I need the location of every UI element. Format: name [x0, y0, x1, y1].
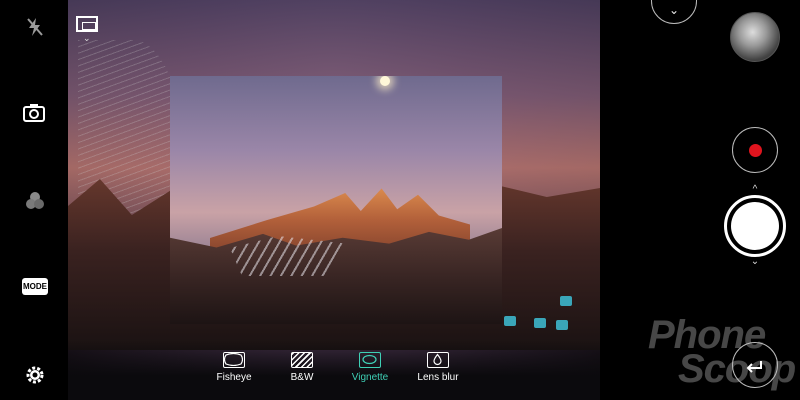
switch-camera-icon[interactable] [21, 100, 47, 126]
record-button[interactable] [732, 127, 778, 173]
effect-label: B&W [290, 372, 314, 383]
lens-blur-icon [427, 352, 449, 368]
record-icon [748, 143, 762, 157]
chevron-down-icon: ⌄ [668, 3, 680, 17]
effect-vignette[interactable]: Vignette [336, 352, 404, 392]
chevron-up-icon: ^ [752, 184, 758, 195]
aspect-ratio-icon [76, 16, 98, 32]
mode-button[interactable]: MODE [22, 278, 48, 295]
back-button[interactable] [732, 342, 778, 388]
filters-icon[interactable] [22, 188, 48, 214]
effect-lens-blur[interactable]: Lens blur [404, 352, 472, 392]
chevron-down-icon: ⌄ [750, 256, 760, 267]
aspect-ratio-button[interactable]: ⌄ [76, 16, 100, 46]
desktop-icon [560, 296, 572, 306]
desktop-icon [556, 320, 568, 330]
desktop-icon [504, 316, 516, 326]
shutter-icon [731, 202, 779, 250]
vignette-icon [359, 352, 381, 368]
effect-label: Lens blur [417, 372, 459, 383]
fisheye-icon [223, 352, 245, 368]
gallery-thumbnail[interactable] [730, 12, 780, 62]
effect-label: Fisheye [216, 372, 252, 383]
back-arrow-icon [746, 361, 762, 373]
chevron-down-icon: ⌄ [83, 33, 91, 43]
effect-preview [170, 76, 502, 324]
effect-fisheye[interactable]: Fisheye [200, 352, 268, 392]
effect-label: Vignette [351, 372, 389, 383]
shutter-button[interactable] [724, 195, 786, 257]
bw-icon [291, 352, 313, 368]
moon [380, 76, 390, 86]
flash-off-icon[interactable] [22, 14, 48, 40]
effect-bw[interactable]: B&W [268, 352, 336, 392]
gear-icon[interactable] [22, 362, 48, 388]
desktop-icon [534, 318, 546, 328]
effects-bar: Fisheye B&W Vignette Lens blur [200, 352, 472, 392]
